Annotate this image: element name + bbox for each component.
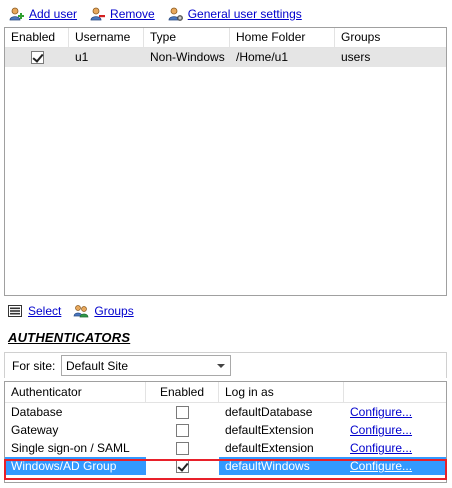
remove-user-icon [89,6,106,22]
select-label[interactable]: Select [28,304,61,318]
authenticators-heading: AUTHENTICATORS [8,330,131,345]
select-list-icon [7,303,23,319]
groups-icon [73,303,89,319]
configure-link[interactable]: Configure... [350,459,412,473]
column-header-authenticator[interactable]: Authenticator [5,382,146,403]
column-header-log-in-as[interactable]: Log in as [219,382,344,403]
table-row[interactable]: Gateway defaultExtension Configure... [5,421,446,439]
authenticator-login-as: defaultExtension [225,423,314,437]
site-label: For site: [12,359,56,373]
column-header-username[interactable]: Username [69,28,144,48]
authenticator-name: Windows/AD Group [11,459,117,473]
table-row-selected[interactable]: Windows/AD Group defaultWindows Configur… [5,457,446,475]
user-enabled-checkbox[interactable] [30,51,44,65]
site-filter: For site: Default Site [4,352,447,378]
authenticators-table: Authenticator Enabled Log in as Database… [4,381,447,483]
authenticator-name: Single sign-on / SAML [11,441,130,455]
add-user-label[interactable]: Add user [29,7,77,21]
authenticator-enabled-checkbox[interactable] [176,460,189,474]
authenticator-enabled-checkbox[interactable] [176,406,189,420]
general-user-settings-button[interactable]: General user settings [167,6,302,22]
authenticator-name: Database [11,405,63,419]
user-toolbar: Add user Remove General user settings [8,5,314,23]
users-table-header: Enabled Username Type Home Folder Groups [5,28,446,48]
user-groups: users [341,50,371,64]
authenticator-login-as: defaultWindows [225,459,310,473]
authenticator-login-as: defaultExtension [225,441,314,455]
chevron-down-icon [217,364,225,368]
site-dropdown[interactable]: Default Site [61,355,231,376]
user-settings-icon [167,6,183,22]
configure-link[interactable]: Configure... [350,441,412,455]
general-user-settings-label[interactable]: General user settings [188,7,302,21]
configure-link[interactable]: Configure... [350,423,412,437]
column-header-enabled[interactable]: Enabled [146,382,219,403]
configure-link[interactable]: Configure... [350,405,412,419]
select-button[interactable]: Select [7,303,61,319]
table-row[interactable]: Single sign-on / SAML defaultExtension C… [5,439,446,457]
add-user-icon [8,6,24,22]
column-header-enabled[interactable]: Enabled [5,28,69,48]
column-header-groups[interactable]: Groups [335,28,446,48]
users-subtoolbar: Select Groups [7,302,146,320]
table-row[interactable]: u1 Non-Windows /Home/u1 users [5,48,446,67]
authenticator-enabled-checkbox[interactable] [176,442,189,456]
user-home-folder: /Home/u1 [236,50,289,64]
column-header-type[interactable]: Type [144,28,230,48]
groups-button[interactable]: Groups [73,303,134,319]
table-row[interactable]: Database defaultDatabase Configure... [5,403,446,421]
column-header-actions [344,382,446,403]
users-table: Enabled Username Type Home Folder Groups… [4,27,447,296]
groups-label[interactable]: Groups [94,304,133,318]
authenticator-name: Gateway [11,423,59,437]
site-dropdown-value: Default Site [66,359,129,373]
user-type: Non-Windows [150,50,225,64]
add-user-button[interactable]: Add user [8,6,77,22]
remove-user-button[interactable]: Remove [89,6,155,22]
column-header-home-folder[interactable]: Home Folder [230,28,335,48]
user-username: u1 [75,50,89,64]
authenticator-enabled-checkbox[interactable] [176,424,189,438]
authenticator-login-as: defaultDatabase [225,405,313,419]
remove-user-label[interactable]: Remove [110,7,155,21]
authenticators-table-header: Authenticator Enabled Log in as [5,382,446,403]
